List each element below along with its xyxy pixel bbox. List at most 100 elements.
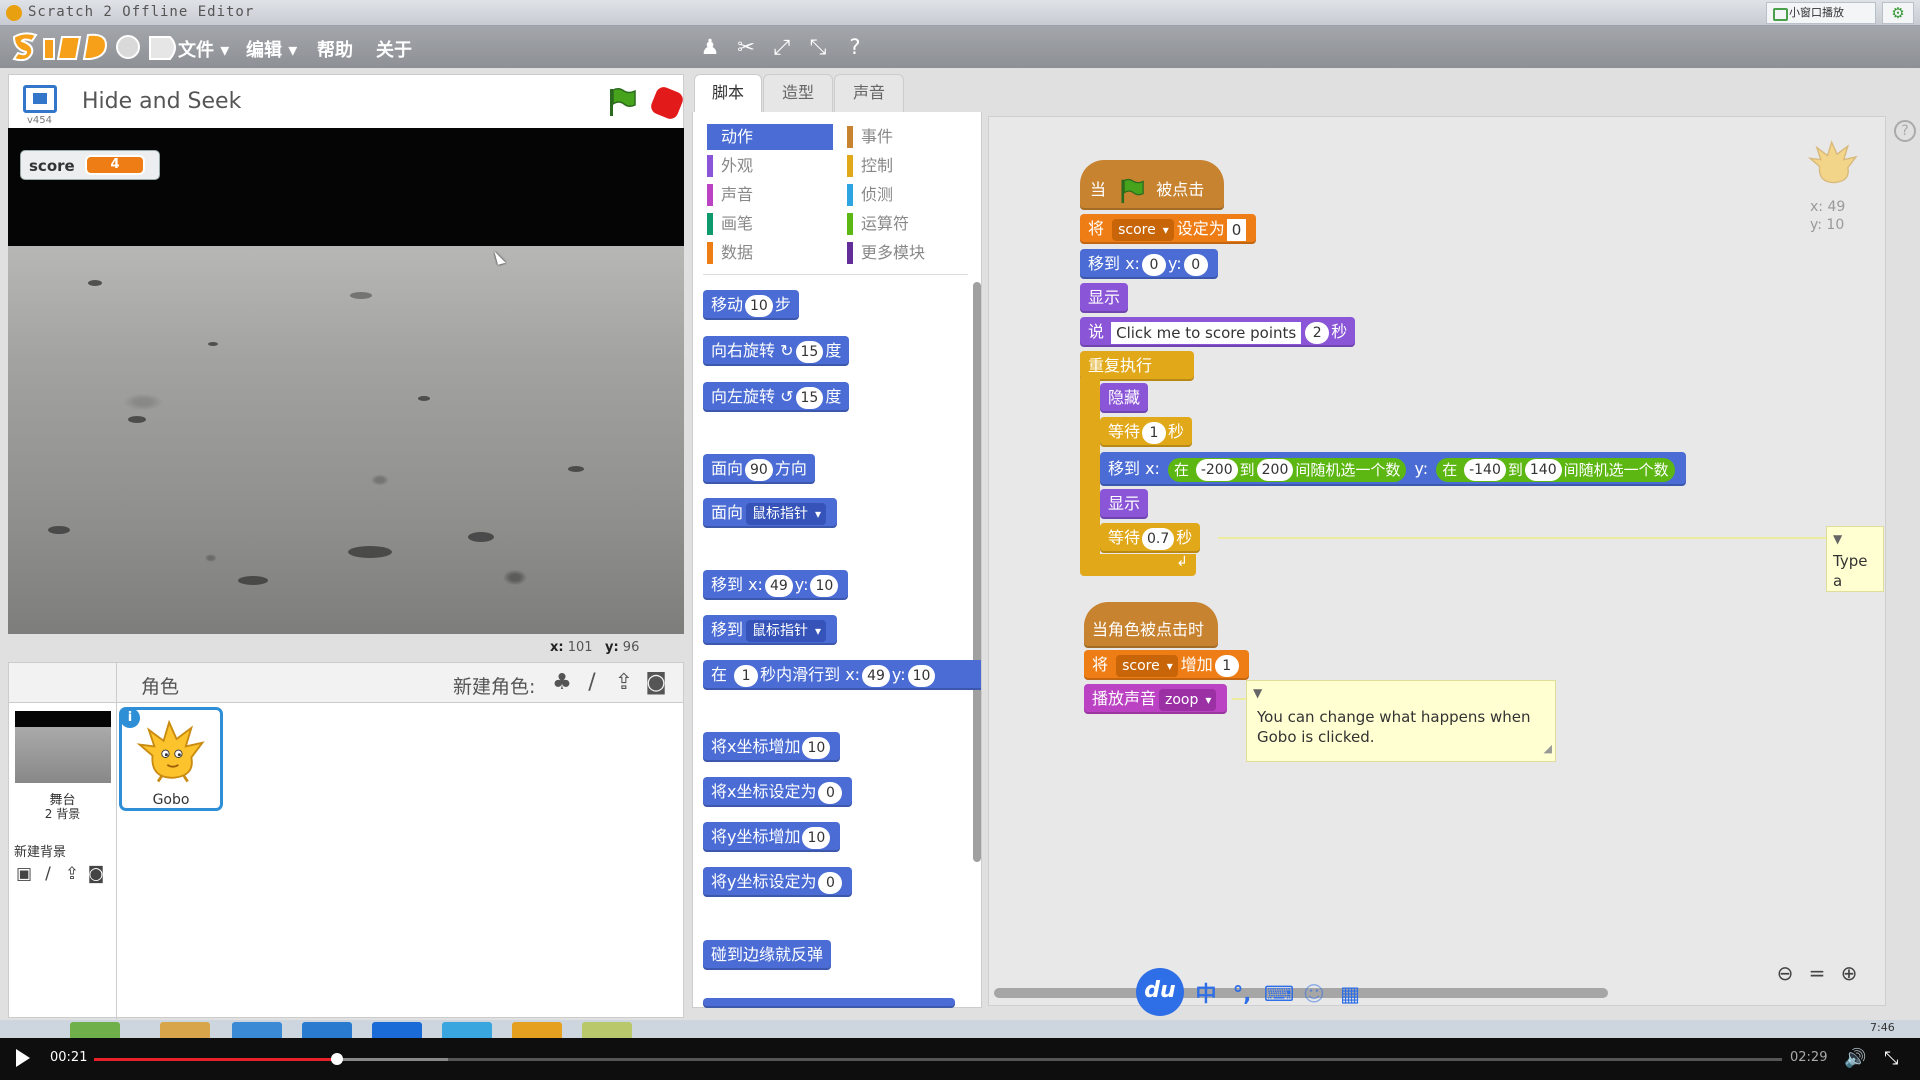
block-set-x[interactable]: 将x坐标设定为 0 <box>703 777 853 807</box>
category-events[interactable]: 事件 <box>847 124 973 150</box>
paint-sprite-icon[interactable]: / <box>579 669 605 697</box>
upload-backdrop-icon[interactable]: ⇪ <box>61 863 83 885</box>
grow-icon[interactable]: ⤢ <box>769 34 795 60</box>
small-window-button[interactable]: 小窗口播放 <box>1766 2 1876 24</box>
block-when-sprite-clicked[interactable]: 当角色被点击时 <box>1084 602 1218 648</box>
block-go-to-random[interactable]: 移到 x: 在 -200 到 200 间随机选一个数 y: 在 -140 到 140 间随机… <box>1100 452 1686 486</box>
variable-dropdown[interactable]: score <box>1112 218 1174 241</box>
block-input[interactable]: 10 <box>802 736 831 759</box>
block-point-towards[interactable]: 面向 鼠标指针 <box>703 498 838 528</box>
category-control[interactable]: 控制 <box>847 153 973 179</box>
category-more-blocks[interactable]: 更多模块 <box>847 240 973 266</box>
block-change-variable[interactable]: 将 score增加1 <box>1084 650 1249 680</box>
block-change-x[interactable]: 将x坐标增加 10 <box>703 732 841 762</box>
block-forever[interactable]: 重复执行 <box>1080 351 1194 381</box>
tab-scripts[interactable]: 脚本 <box>694 74 762 114</box>
baidu-ime-logo[interactable]: du <box>1136 968 1184 1016</box>
block-go-to[interactable]: 移到 鼠标指针 <box>703 615 838 645</box>
block-dropdown[interactable]: 鼠标指针 <box>746 502 827 525</box>
block-wait[interactable]: 等待 1 秒 <box>1100 417 1193 447</box>
block-turn-left[interactable]: 向左旋转 ↺ 15 度 <box>703 382 850 412</box>
tab-sounds[interactable]: 声音 <box>834 74 904 112</box>
block-help-icon[interactable]: ? <box>842 34 868 60</box>
palette-scrollbar[interactable] <box>973 282 981 862</box>
block-input[interactable]: 10 <box>745 294 773 317</box>
block-pick-random-y[interactable]: 在 -140 到 140 间随机选一个数 <box>1436 457 1675 482</box>
green-flag-icon[interactable] <box>605 87 637 117</box>
block-input[interactable]: 0 <box>818 871 843 894</box>
duplicate-stamp-icon[interactable]: ♟ <box>697 34 723 60</box>
sound-dropdown[interactable]: zoop <box>1159 688 1217 711</box>
camera-sprite-icon[interactable]: ◙ <box>643 669 669 697</box>
project-title[interactable]: Hide and Seek <box>82 89 241 114</box>
paint-backdrop-icon[interactable]: / <box>37 863 59 885</box>
sprite-thumbnail-gobo[interactable]: i Gobo <box>119 707 223 811</box>
zoom-in-icon[interactable]: ⊕ <box>1836 960 1862 986</box>
block-input[interactable]: 15 <box>795 340 824 363</box>
category-operators[interactable]: 运算符 <box>847 211 973 237</box>
block-input[interactable]: 49 <box>764 574 793 597</box>
block-go-to-xy[interactable]: 移到 x: 0 y: 0 <box>1080 249 1218 279</box>
comment-note[interactable]: ▼ You can change what happens when Gobo … <box>1246 680 1556 762</box>
stop-icon[interactable] <box>648 84 686 122</box>
block-input[interactable]: 0 <box>1141 253 1166 276</box>
block-input[interactable]: 140 <box>1524 459 1562 481</box>
block-turn-right[interactable]: 向右旋转 ↻ 15 度 <box>703 336 850 366</box>
block-input[interactable]: 0.7 <box>1142 527 1175 550</box>
collapse-icon[interactable]: ▼ <box>1833 529 1879 551</box>
sprite-library-icon[interactable]: ♣ <box>549 669 575 697</box>
menu-help[interactable]: 帮助 <box>317 36 353 62</box>
block-input[interactable]: 90 <box>745 458 773 481</box>
block-input[interactable]: 49 <box>862 664 890 687</box>
zoom-out-icon[interactable]: ⊖ <box>1772 960 1798 986</box>
help-icon[interactable]: ? <box>1894 120 1916 142</box>
block-say-for-secs[interactable]: 说 Click me to score points 2 秒 <box>1080 317 1356 347</box>
category-sensing[interactable]: 侦测 <box>847 182 973 208</box>
say-text-input[interactable]: Click me to score points <box>1111 321 1302 344</box>
block-bounce[interactable]: 碰到边缘就反弹 <box>703 940 832 970</box>
block-set-variable[interactable]: 将 score设定为0 <box>1080 214 1257 244</box>
block-glide[interactable]: 在 1 秒内滑行到 x: 49 y: 10 <box>703 660 981 690</box>
block-input[interactable]: 0 <box>818 781 843 804</box>
block-show[interactable]: 显示 <box>1100 489 1149 519</box>
block-set-y[interactable]: 将y坐标设定为 0 <box>703 867 853 897</box>
cut-scissors-icon[interactable]: ✂ <box>733 34 759 60</box>
block-input[interactable]: 15 <box>795 386 824 409</box>
block-wait[interactable]: 等待 0.7 秒 <box>1100 523 1201 553</box>
menu-file[interactable]: 文件 ▾ <box>178 36 229 62</box>
block-point-in-direction[interactable]: 面向 90 方向 <box>703 454 815 484</box>
ime-punctuation[interactable]: °, <box>1228 980 1256 1008</box>
block-input[interactable]: 10 <box>907 664 936 687</box>
menu-about[interactable]: 关于 <box>376 36 412 62</box>
ime-user-icon[interactable]: ☺ <box>1300 980 1328 1008</box>
block-go-to-xy[interactable]: 移到 x: 49 y: 10 <box>703 570 849 600</box>
block-input[interactable]: 10 <box>810 574 839 597</box>
block-pick-random-x[interactable]: 在 -200 到 200 间随机选一个数 <box>1168 457 1407 482</box>
stage-canvas[interactable]: score 4 <box>8 128 684 634</box>
camera-backdrop-icon[interactable]: ◙ <box>85 863 107 885</box>
ime-grid-icon[interactable]: ▦ <box>1336 980 1364 1008</box>
fullscreen-icon[interactable] <box>23 85 57 113</box>
block-input[interactable]: 1 <box>734 664 759 687</box>
comment-note-partial[interactable]: ▼ Type a harder <box>1826 526 1884 592</box>
block-change-y[interactable]: 将y坐标增加 10 <box>703 822 841 852</box>
category-data[interactable]: 数据 <box>707 240 833 266</box>
block-when-flag-clicked[interactable]: 当 被点击 <box>1080 160 1224 210</box>
block-play-sound[interactable]: 播放声音 zoop <box>1084 684 1228 714</box>
category-pen[interactable]: 画笔 <box>707 211 833 237</box>
category-sound[interactable]: 声音 <box>707 182 833 208</box>
volume-icon[interactable]: 🔊 <box>1844 1048 1866 1069</box>
ime-chinese-mode[interactable]: 中 <box>1192 980 1220 1008</box>
stage-thumbnail[interactable] <box>15 711 111 783</box>
block-partial[interactable] <box>703 998 955 1008</box>
block-move-steps[interactable]: 移动 10 步 <box>703 290 799 320</box>
backdrop-library-icon[interactable]: ▣ <box>13 863 35 885</box>
category-looks[interactable]: 外观 <box>707 153 833 179</box>
block-show[interactable]: 显示 <box>1080 283 1129 313</box>
block-input[interactable]: -200 <box>1195 459 1238 481</box>
gear-icon[interactable]: ⚙ <box>1882 2 1914 24</box>
shrink-icon[interactable]: ⤡ <box>805 34 831 60</box>
score-monitor[interactable]: score 4 <box>20 150 160 180</box>
zoom-reset-icon[interactable]: = <box>1804 960 1830 986</box>
block-input[interactable]: -140 <box>1464 459 1506 481</box>
